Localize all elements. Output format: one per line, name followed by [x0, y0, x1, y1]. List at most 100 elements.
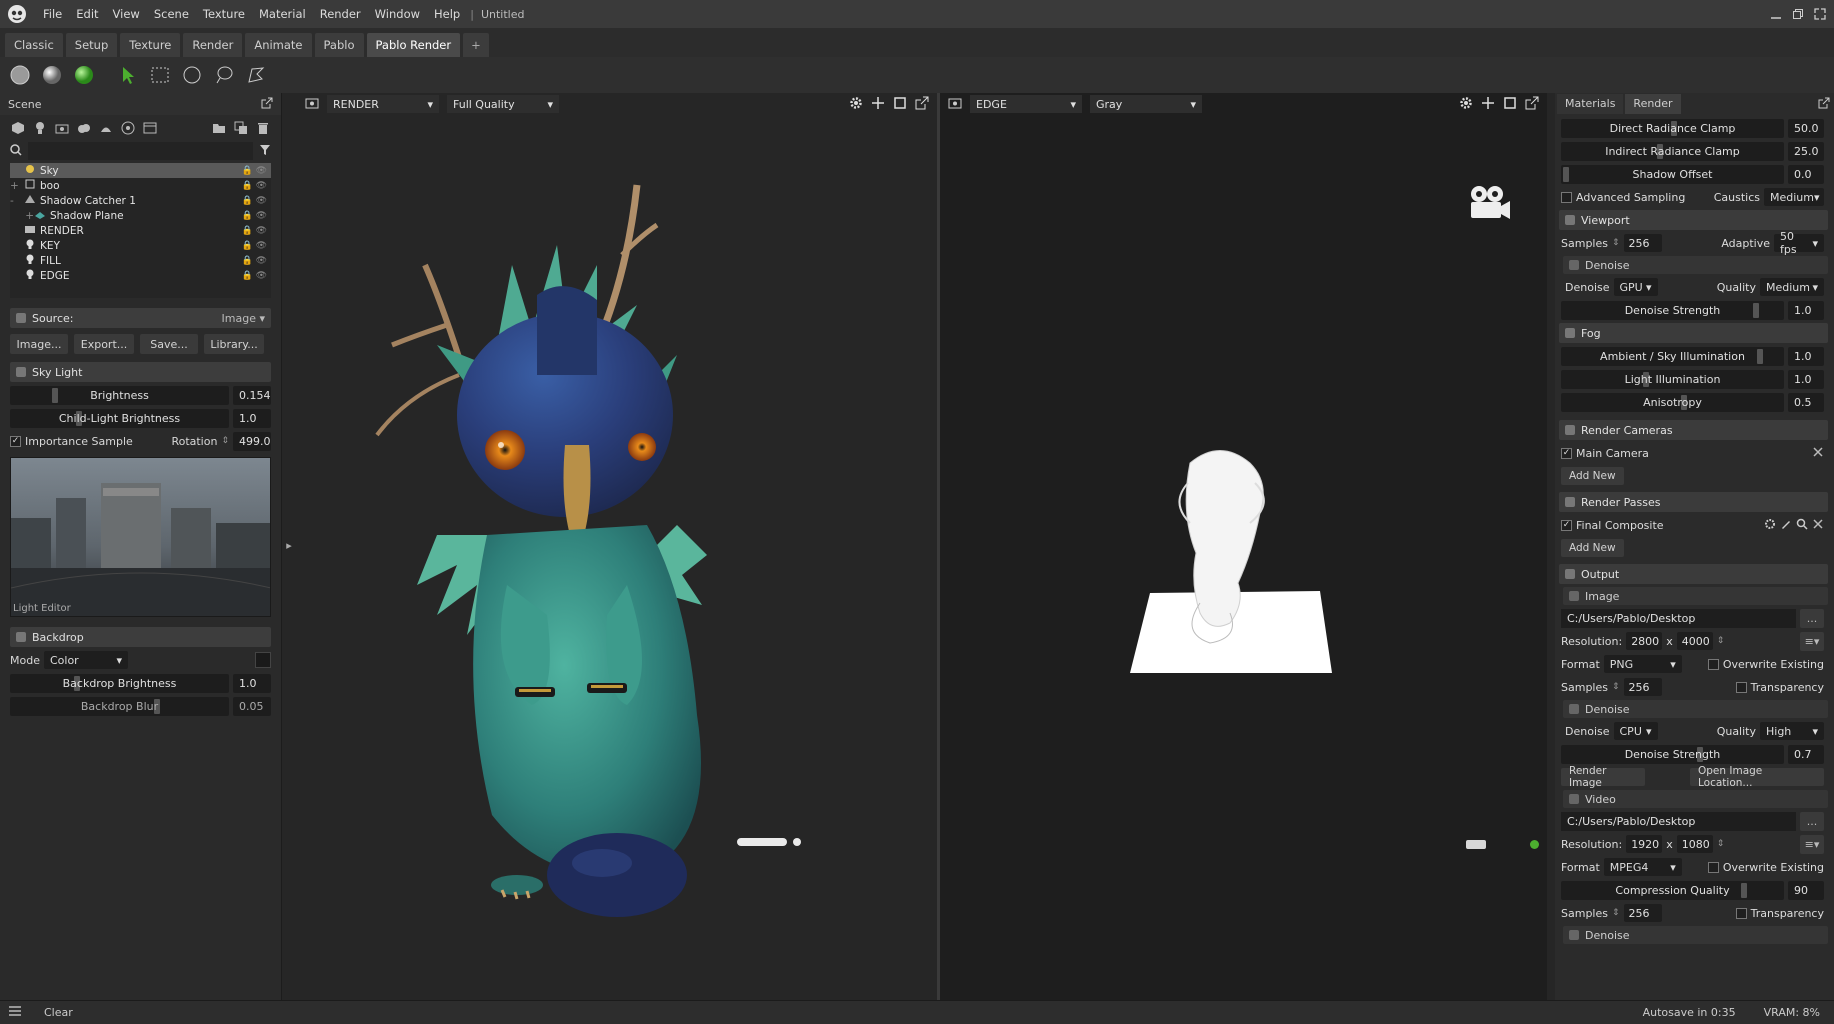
viewport-denoise-strength-slider[interactable]: Denoise Strength	[1561, 300, 1784, 320]
fps-dropdown[interactable]: 50 fps ▾	[1774, 230, 1824, 256]
tab-materials[interactable]: Materials	[1557, 94, 1624, 114]
add-light-icon[interactable]	[32, 120, 48, 136]
tab-render[interactable]: Render	[183, 33, 243, 57]
indirect-radiance-slider[interactable]: Indirect Radiance Clamp	[1561, 141, 1784, 161]
backdrop-brightness-slider[interactable]: Backdrop Brightness	[10, 673, 229, 693]
edge-camera-dropdown[interactable]: EDGE ▾	[970, 95, 1082, 113]
gear-icon[interactable]	[1764, 518, 1776, 533]
shading-material-icon[interactable]	[38, 61, 66, 89]
tab-classic[interactable]: Classic	[5, 33, 63, 57]
popout-icon[interactable]	[261, 97, 273, 112]
camera-dropdown[interactable]: RENDER ▾	[327, 95, 439, 113]
tree-item-edge[interactable]: EDGE 🔒 👁	[10, 268, 271, 283]
output-image-section[interactable]: Image	[1563, 587, 1828, 605]
menu-file[interactable]: File	[36, 0, 69, 28]
lock-visibility-icons[interactable]: 🔒 👁	[242, 226, 268, 236]
importance-sample-checkbox[interactable]: ✓	[10, 435, 21, 447]
lasso-select-icon[interactable]	[210, 61, 238, 89]
panel-collapse-handle[interactable]: ▸	[284, 530, 294, 560]
stepper-icon[interactable]: ⇕	[1717, 839, 1725, 849]
video-resolution-preset-menu[interactable]: ≡▾	[1800, 834, 1824, 854]
image-denoise-strength-value[interactable]: 0.7	[1788, 744, 1824, 764]
move-icon[interactable]	[871, 96, 885, 110]
video-path-field[interactable]: C:/Users/Pablo/Desktop	[1561, 811, 1796, 831]
move-icon[interactable]	[1481, 96, 1495, 110]
image-path-field[interactable]: C:/Users/Pablo/Desktop	[1561, 608, 1796, 628]
backdrop-brightness-value[interactable]: 1.0	[233, 673, 271, 693]
image-browse-button[interactable]: ...	[1800, 608, 1824, 628]
rotation-value[interactable]: 499.0	[233, 431, 271, 451]
tree-item-boo[interactable]: + boo 🔒 👁	[10, 178, 271, 193]
tree-item-shadow-plane[interactable]: + Shadow Plane 🔒 👁	[10, 208, 271, 223]
menu-view[interactable]: View	[106, 0, 147, 28]
frame-icon[interactable]	[1503, 96, 1517, 110]
lock-visibility-icons[interactable]: 🔒 👁	[242, 256, 268, 266]
backdrop-section-header[interactable]: Backdrop	[10, 627, 271, 647]
render-image-button[interactable]: Render Image	[1561, 765, 1645, 789]
lock-visibility-icons[interactable]: 🔒 👁	[242, 241, 268, 251]
video-browse-button[interactable]: ...	[1800, 811, 1824, 831]
tab-pablo-render[interactable]: Pablo Render	[366, 33, 461, 57]
transparency-checkbox[interactable]	[1735, 681, 1747, 693]
stepper-icon[interactable]: ⇕	[1717, 636, 1725, 646]
sky-light-section-header[interactable]: Sky Light	[10, 362, 271, 382]
quality-dropdown[interactable]: Full Quality ▾	[447, 95, 559, 113]
tree-item-render[interactable]: RENDER 🔒 👁	[10, 223, 271, 238]
video-format-dropdown[interactable]: MPEG4 ▾	[1603, 858, 1682, 876]
menu-edit[interactable]: Edit	[69, 0, 105, 28]
stepper-icon[interactable]: ⇕	[221, 436, 229, 446]
edge-viewport[interactable]: EDGE ▾ Gray ▾	[940, 93, 1547, 1000]
advanced-sampling-checkbox[interactable]	[1561, 191, 1572, 203]
anisotropy-value[interactable]: 0.5	[1788, 392, 1824, 412]
output-section-header[interactable]: Output	[1559, 564, 1828, 584]
stepper-icon[interactable]: ⇕	[1612, 682, 1620, 692]
settings-gear-icon[interactable]	[849, 96, 863, 110]
video-samples-value[interactable]: 256	[1623, 904, 1662, 922]
video-width-field[interactable]: 1920	[1626, 835, 1663, 853]
shading-render-icon[interactable]	[70, 61, 98, 89]
compression-quality-value[interactable]: 90	[1788, 880, 1824, 900]
child-light-brightness-value[interactable]: 1.0	[233, 408, 271, 428]
indirect-radiance-value[interactable]: 25.0	[1788, 141, 1824, 161]
menu-help[interactable]: Help	[427, 0, 467, 28]
brightness-slider[interactable]: Brightness	[10, 385, 229, 405]
menu-window[interactable]: Window	[368, 0, 427, 28]
render-cameras-section-header[interactable]: Render Cameras	[1559, 420, 1828, 440]
add-fog-icon[interactable]	[98, 120, 114, 136]
tab-render-settings[interactable]: Render	[1625, 94, 1681, 114]
backdrop-mode-dropdown[interactable]: Color ▾	[43, 651, 128, 669]
lock-visibility-icons[interactable]: 🔒 👁	[242, 181, 268, 191]
hdri-preview[interactable]: Light Editor	[10, 457, 271, 617]
add-object-icon[interactable]	[10, 120, 26, 136]
menu-scene[interactable]: Scene	[147, 0, 196, 28]
viewport-quality-dropdown[interactable]: Medium ▾	[1760, 278, 1824, 296]
direct-radiance-value[interactable]: 50.0	[1788, 118, 1824, 138]
ambient-value[interactable]: 1.0	[1788, 346, 1824, 366]
popout-icon[interactable]	[1818, 97, 1830, 112]
save-button[interactable]: Save...	[140, 334, 198, 354]
tree-item-shadow-catcher[interactable]: - Shadow Catcher 1 🔒 👁	[10, 193, 271, 208]
stepper-icon[interactable]: ⇕	[1612, 238, 1620, 248]
render-viewport[interactable]: RENDER ▾ Full Quality ▾	[297, 93, 937, 1000]
magnifier-icon[interactable]	[1796, 518, 1808, 533]
rect-select-icon[interactable]	[146, 61, 174, 89]
select-arrow-icon[interactable]	[114, 61, 142, 89]
tab-texture[interactable]: Texture	[120, 33, 181, 57]
add-particles-icon[interactable]	[120, 120, 136, 136]
popout-icon[interactable]	[1525, 96, 1539, 110]
export-button[interactable]: Export...	[74, 334, 134, 354]
filter-icon[interactable]	[259, 144, 271, 159]
stepper-icon[interactable]: ⇕	[1612, 908, 1620, 918]
backdrop-color-swatch[interactable]	[255, 652, 271, 668]
image-denoise-section[interactable]: Denoise	[1563, 700, 1828, 718]
tab-setup[interactable]: Setup	[65, 33, 118, 57]
video-height-field[interactable]: 1080	[1676, 835, 1713, 853]
close-icon[interactable]	[1812, 446, 1824, 461]
final-composite-checkbox[interactable]: ✓	[1561, 519, 1572, 531]
image-denoise-dropdown[interactable]: CPU ▾	[1613, 722, 1658, 740]
backdrop-blur-value[interactable]: 0.05	[233, 696, 271, 716]
lock-visibility-icons[interactable]: 🔒 👁	[242, 196, 268, 206]
circle-select-icon[interactable]	[178, 61, 206, 89]
image-width-field[interactable]: 2800	[1626, 632, 1663, 650]
image-quality-dropdown[interactable]: High ▾	[1760, 722, 1824, 740]
